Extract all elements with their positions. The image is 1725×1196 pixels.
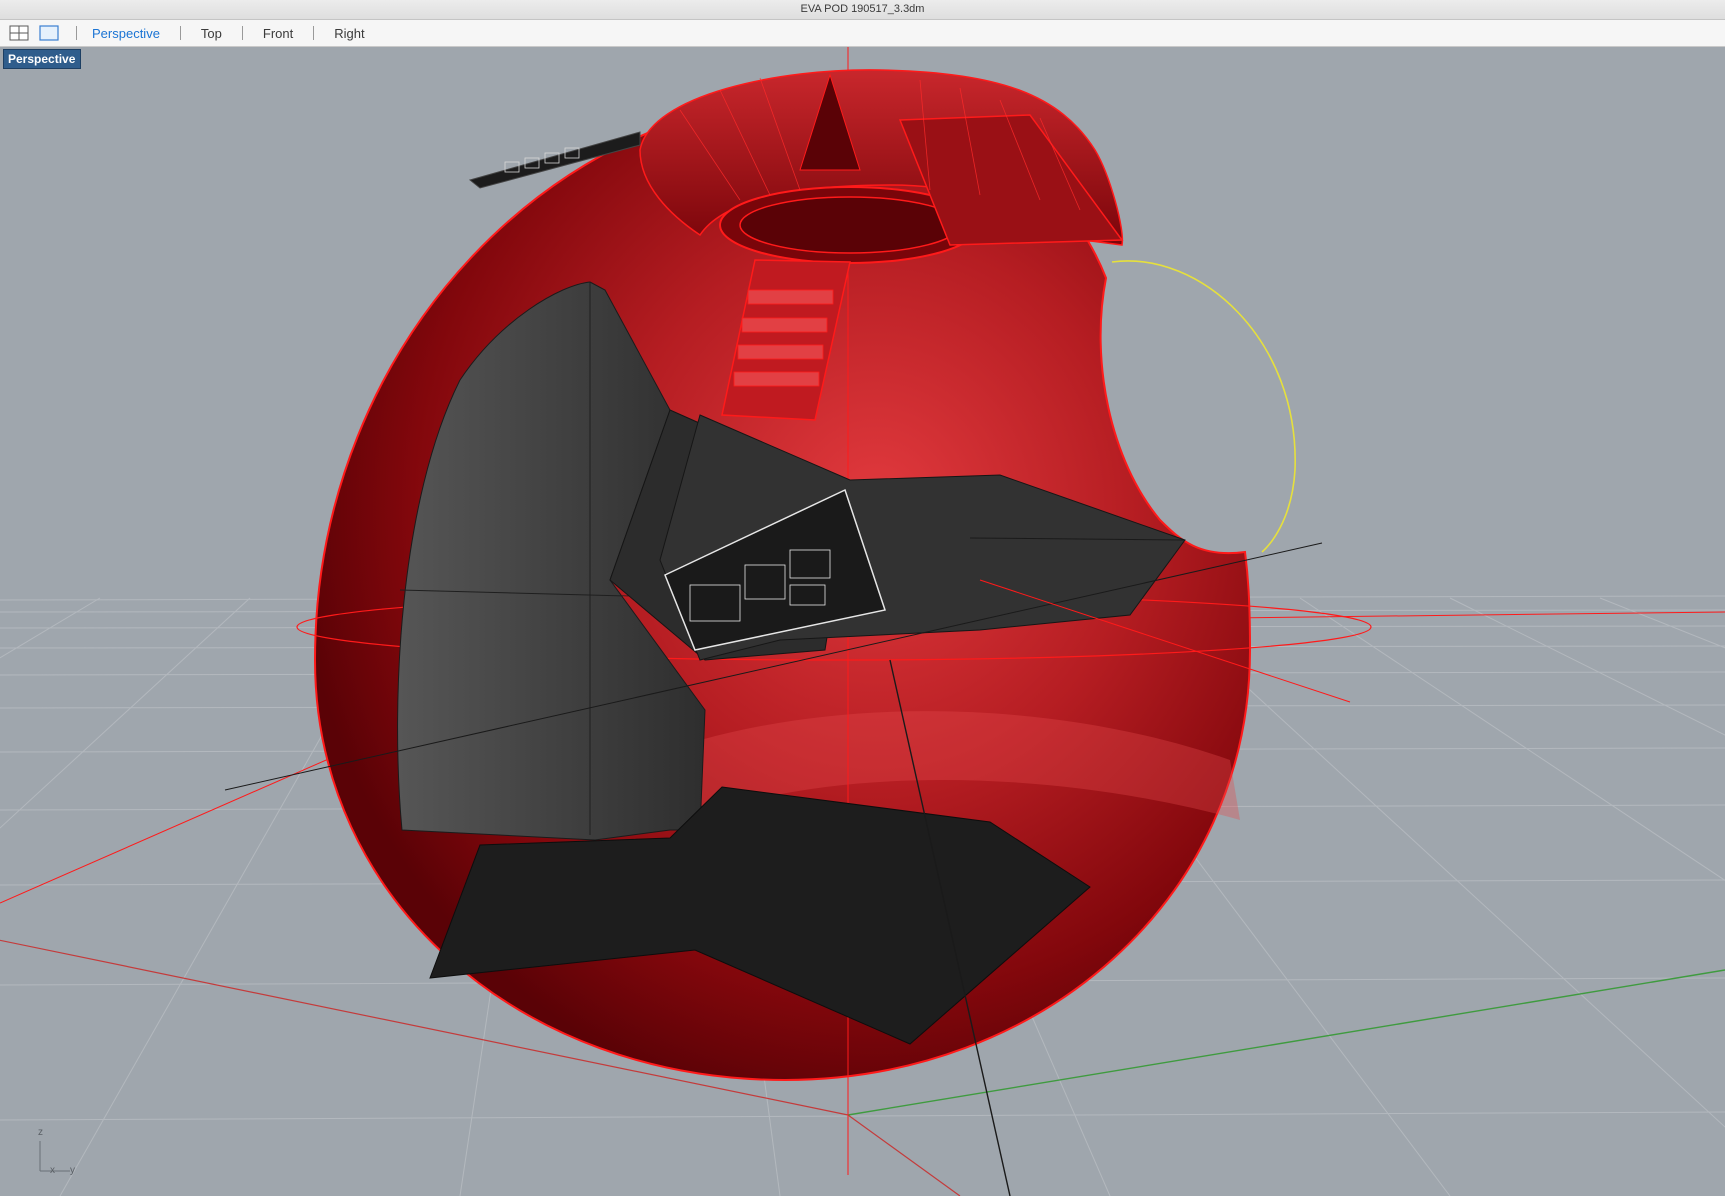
tab-separator bbox=[241, 26, 243, 40]
viewport-toolbar: Perspective Top Front Right bbox=[0, 20, 1725, 47]
viewport-name-label[interactable]: Perspective bbox=[3, 49, 82, 69]
viewport-scene[interactable] bbox=[0, 47, 1725, 1196]
tab-top[interactable]: Top bbox=[201, 26, 222, 41]
tab-separator bbox=[313, 26, 315, 40]
tab-perspective[interactable]: Perspective bbox=[92, 26, 160, 41]
perspective-viewport[interactable]: Perspective z x y bbox=[0, 47, 1725, 1196]
four-viewports-icon[interactable] bbox=[8, 24, 30, 42]
toolbar-separator bbox=[76, 26, 77, 40]
y-axis-label: y bbox=[70, 1165, 75, 1176]
x-axis-label: x bbox=[50, 1165, 55, 1176]
window-title: EVA POD 190517_3.3dm bbox=[0, 0, 1725, 20]
axis-widget: z x y bbox=[30, 1127, 90, 1177]
z-axis-label: z bbox=[38, 1127, 43, 1138]
tab-separator bbox=[179, 26, 181, 40]
single-viewport-icon[interactable] bbox=[38, 24, 60, 42]
rhino-window: EVA POD 190517_3.3dm Perspective Top Fro… bbox=[0, 0, 1725, 1196]
tab-right[interactable]: Right bbox=[334, 26, 364, 41]
tab-front[interactable]: Front bbox=[263, 26, 293, 41]
x-axis-line-back bbox=[847, 1114, 961, 1196]
